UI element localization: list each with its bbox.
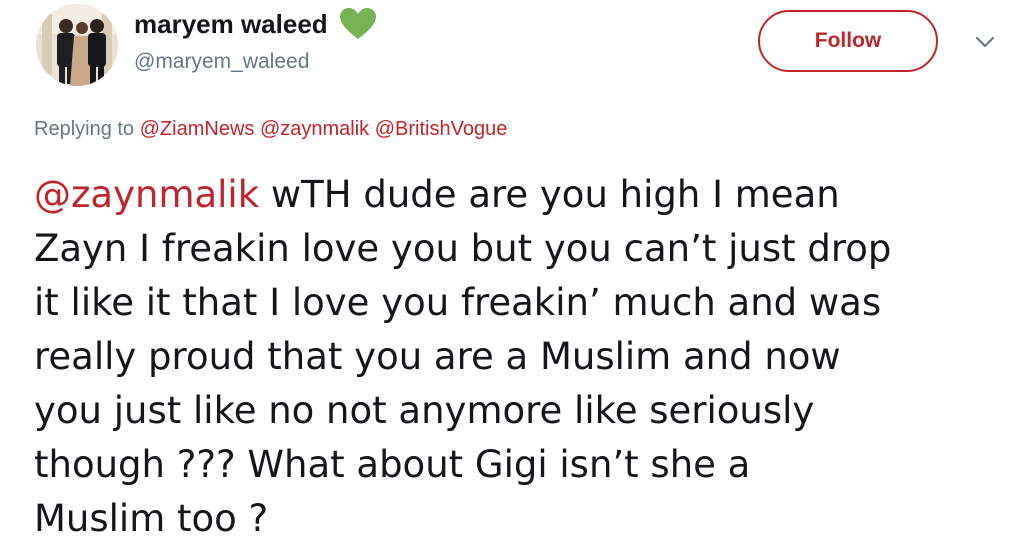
display-name[interactable]: maryem waleed — [134, 9, 328, 40]
tweet-line: Zayn I freakin love you but you can’t ju… — [34, 227, 892, 270]
tweet-line: really proud that you are a Muslim and n… — [34, 335, 841, 378]
avatar-photo — [36, 4, 118, 86]
replying-to: Replying to @ZiamNews @zaynmalik @Britis… — [34, 118, 507, 141]
green-heart-icon — [340, 8, 377, 40]
tweet-line-text: wTH dude are you high I mean — [270, 173, 840, 216]
tweet-text: @zaynmalik wTH dude are you high I mean … — [34, 168, 1014, 546]
username[interactable]: @maryem_waleed — [134, 50, 309, 74]
tweet-line: it like it that I love you freakin’ much… — [34, 281, 882, 324]
tweet-line: @zaynmalik wTH dude are you high I mean — [34, 168, 1014, 222]
follow-button[interactable]: Follow — [758, 10, 938, 72]
tweet-line: though ??? What about Gigi isn’t she a — [34, 443, 751, 486]
tweet-line: you just like no not anymore like seriou… — [34, 389, 815, 432]
reply-mention-britishvogue[interactable]: @BritishVogue — [375, 118, 508, 140]
chevron-down-icon[interactable] — [974, 34, 996, 50]
reply-mention-zaynmalik[interactable]: @zaynmalik — [260, 118, 369, 140]
reply-mention-ziamnews[interactable]: @ZiamNews — [140, 118, 255, 140]
replying-prefix: Replying to — [34, 118, 135, 140]
name-block: maryem waleed — [134, 8, 377, 40]
tweet-header: maryem waleed @maryem_waleed Follow — [0, 0, 1024, 110]
tweet-mention-zaynmalik[interactable]: @zaynmalik — [34, 173, 259, 216]
tweet-line: Muslim too ? — [34, 497, 269, 540]
avatar[interactable] — [36, 4, 118, 86]
